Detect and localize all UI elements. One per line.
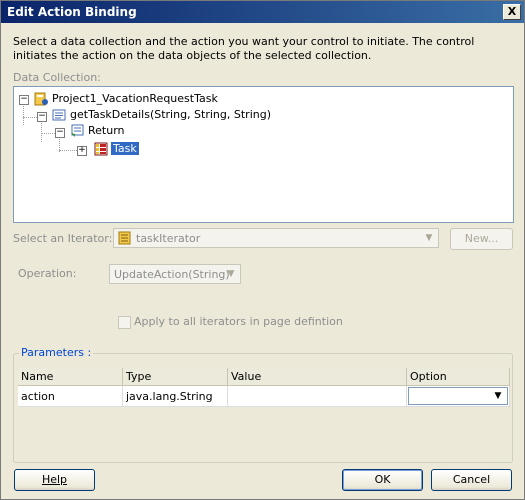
title-bar[interactable]: Edit Action Binding X — [1, 1, 524, 23]
data-collection-tree[interactable]: − Project1_VacationRequestTask − getTask… — [13, 86, 514, 223]
tree-connector — [41, 120, 42, 142]
parameters-label: Parameters : — [19, 346, 94, 359]
window-title: Edit Action Binding — [7, 5, 137, 19]
parameters-table: Name Type Value Option action java.lang.… — [18, 368, 510, 407]
tree-item-label-selected[interactable]: Task — [111, 141, 139, 157]
chevron-down-icon[interactable]: ▼ — [491, 389, 505, 403]
iterator-select[interactable]: taskIterator ▼ — [113, 228, 439, 248]
tree-connector — [41, 133, 55, 134]
edit-action-binding-dialog: Edit Action Binding X Select a data coll… — [0, 0, 525, 500]
help-button[interactable]: Help — [14, 469, 95, 491]
help-button-label: Help — [41, 473, 68, 486]
option-select[interactable]: ▼ — [408, 387, 508, 405]
tree-connector — [23, 103, 24, 125]
collapse-icon[interactable]: − — [19, 95, 29, 105]
column-header-name[interactable]: Name — [18, 368, 123, 386]
iterator-label: Select an Iterator: — [13, 232, 113, 245]
collapse-icon[interactable]: − — [37, 112, 47, 122]
collection-icon — [94, 142, 108, 156]
operation-select[interactable]: UpdateAction(String) ▼ — [109, 264, 241, 284]
operation-label: Operation: — [18, 267, 77, 280]
close-icon[interactable]: X — [503, 4, 521, 20]
tree-item-label[interactable]: Project1_VacationRequestTask — [52, 91, 218, 107]
table-row[interactable]: action java.lang.String ▼ — [18, 385, 510, 407]
param-type-cell[interactable]: java.lang.String — [122, 385, 228, 407]
new-iterator-button[interactable]: New... — [450, 228, 513, 250]
param-name-cell[interactable]: action — [18, 385, 123, 407]
chevron-down-icon[interactable]: ▼ — [422, 231, 436, 245]
ok-button[interactable]: OK — [342, 469, 423, 491]
tree-connector — [23, 117, 37, 118]
tree-item-label[interactable]: Return — [88, 123, 125, 139]
expand-icon[interactable]: + — [77, 146, 87, 156]
tree-connector — [59, 150, 79, 151]
iterator-icon — [118, 231, 131, 245]
apply-all-checkbox[interactable] — [118, 316, 131, 329]
tree-item-label[interactable]: getTaskDetails(String, String, String) — [70, 107, 271, 123]
task-node-label[interactable]: Task — [111, 142, 139, 155]
data-collection-label: Data Collection: — [13, 71, 101, 84]
iterator-value: taskIterator — [136, 232, 201, 245]
collapse-icon[interactable]: − — [55, 128, 65, 138]
column-header-type[interactable]: Type — [122, 368, 228, 386]
description-text: Select a data collection and the action … — [13, 35, 475, 62]
operation-value: UpdateAction(String) — [114, 268, 230, 281]
param-value-cell[interactable] — [227, 385, 407, 407]
apply-all-label: Apply to all iterators in page defintion — [134, 315, 343, 328]
return-icon — [71, 124, 84, 137]
data-control-icon — [34, 92, 48, 106]
param-option-cell[interactable]: ▼ — [406, 385, 510, 407]
table-header-row: Name Type Value Option — [18, 368, 510, 386]
column-header-value[interactable]: Value — [227, 368, 407, 386]
method-icon — [52, 109, 66, 121]
column-header-option[interactable]: Option — [406, 368, 510, 386]
chevron-down-icon[interactable]: ▼ — [224, 267, 238, 281]
cancel-button[interactable]: Cancel — [431, 469, 512, 491]
